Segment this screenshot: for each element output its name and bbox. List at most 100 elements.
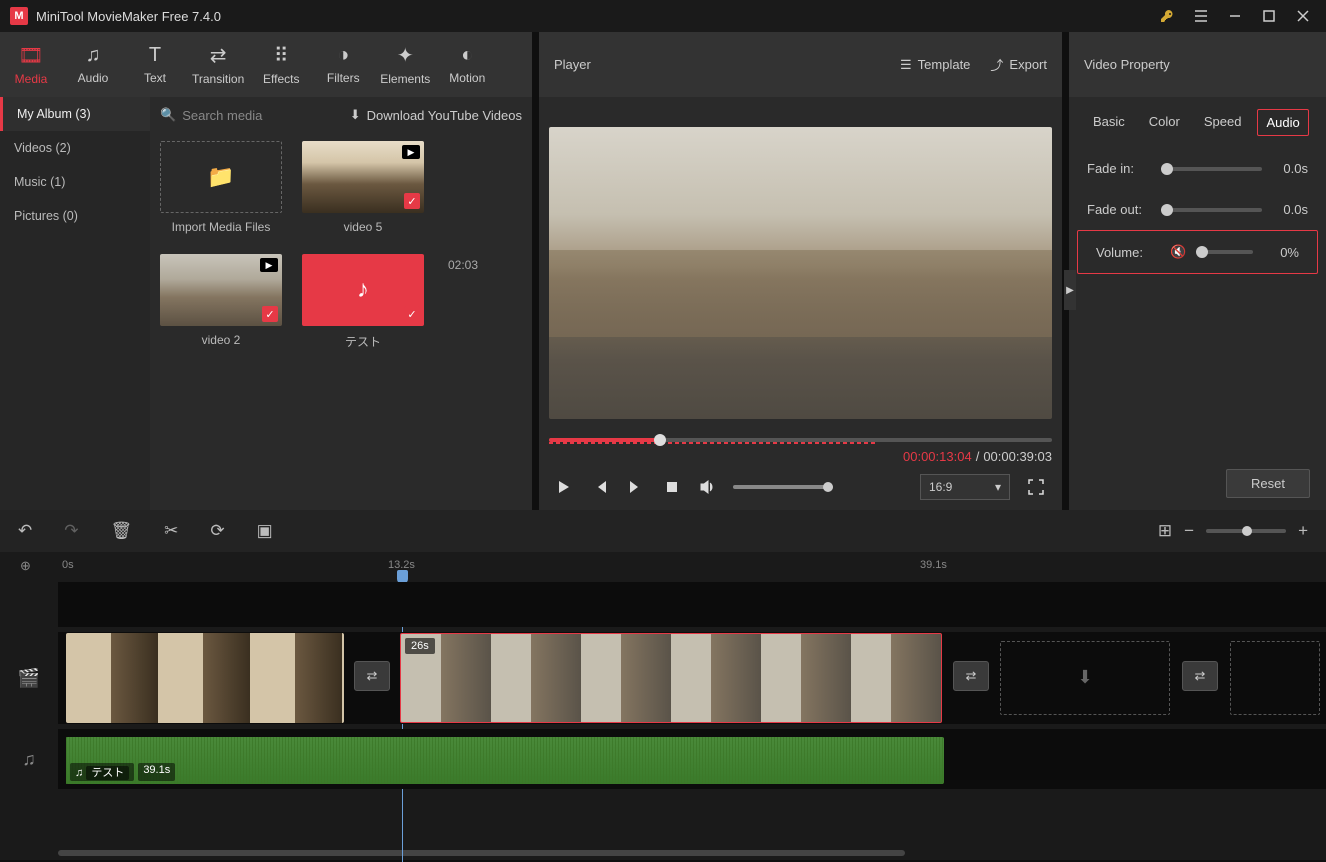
scrub-handle[interactable] [654, 434, 666, 446]
timeline-scrollbar[interactable] [58, 850, 1268, 860]
audio-icon: ♫ [86, 44, 101, 67]
video-track[interactable]: ⇄ 26s ⇄ ⬇ ⇄ [58, 632, 1326, 724]
video-type-icon: ▶ [260, 258, 278, 272]
chevron-down-icon: ▾ [995, 480, 1001, 494]
zoom-out-button[interactable]: − [1184, 521, 1194, 541]
zoom-in-button[interactable]: + [1298, 521, 1308, 541]
timeline-ruler[interactable]: ⊕ 0s 13.2s 39.1s [0, 552, 1326, 582]
total-time: 00:00:39:03 [983, 449, 1052, 464]
redo-button[interactable]: ↷ [64, 521, 78, 541]
zoom-slider[interactable] [1206, 529, 1286, 533]
property-title: Video Property [1069, 32, 1326, 97]
media-thumb-video5[interactable]: ▶✓ video 5 [302, 141, 424, 234]
export-icon: ⤴ [990, 55, 1003, 74]
folder-icon: 📁 [207, 164, 234, 190]
tab-text[interactable]: TText [124, 32, 186, 97]
menu-icon[interactable] [1188, 3, 1214, 29]
prop-tab-color[interactable]: Color [1141, 109, 1188, 136]
sidebar-item-myalbum[interactable]: My Album (3) [0, 97, 150, 131]
fade-in-slider[interactable] [1161, 167, 1262, 171]
video-track-icon: 🎬 [0, 668, 58, 689]
audio-track[interactable]: ♫ テスト39.1s [58, 729, 1326, 789]
fullscreen-button[interactable] [1024, 475, 1048, 499]
aspect-ratio-select[interactable]: 16:9▾ [920, 474, 1010, 500]
effects-icon: ⠿ [274, 43, 289, 68]
prop-tab-basic[interactable]: Basic [1085, 109, 1133, 136]
transition-button-1[interactable]: ⇄ [354, 661, 390, 691]
sidebar-item-videos[interactable]: Videos (2) [0, 131, 150, 165]
current-time: 00:00:13:04 [903, 449, 972, 464]
tab-motion[interactable]: ◐Motion [436, 32, 498, 97]
volume-slider[interactable] [1196, 250, 1253, 254]
delete-button[interactable]: 🗑 [111, 521, 133, 541]
add-track-button[interactable]: ⊕ [20, 558, 31, 574]
reset-button[interactable]: Reset [1226, 469, 1310, 498]
transition-button-2[interactable]: ⇄ [953, 661, 989, 691]
clip-audio-test[interactable]: ♫ テスト39.1s [66, 737, 944, 784]
drop-placeholder-1[interactable]: ⬇ [1000, 641, 1170, 715]
title-bar: M MiniTool MovieMaker Free 7.4.0 [0, 0, 1326, 32]
timeline-section: ↶ ↷ 🗑 ✂ ⟳ ▣ ⊞ − + ⊕ 0s 13.2s 39.1s 🎬 ⇄ [0, 510, 1326, 860]
fit-button[interactable]: ⊞ [1158, 521, 1172, 541]
prop-tab-audio[interactable]: Audio [1257, 109, 1308, 136]
audio-track-icon: ♫ [0, 749, 58, 770]
tab-transition[interactable]: ⇄Transition [186, 32, 250, 97]
filters-icon: ◑ [337, 44, 349, 67]
elements-icon: ✦ [397, 43, 414, 68]
tab-effects[interactable]: ⠿Effects [250, 32, 312, 97]
volume-row: Volume: 🔇 0% [1077, 230, 1318, 274]
app-logo-icon: M [10, 7, 28, 25]
video-preview [549, 127, 1052, 419]
motion-icon: ◐ [461, 44, 473, 67]
prop-tab-speed[interactable]: Speed [1196, 109, 1250, 136]
media-thumb-video2[interactable]: ▶✓ video 2 [160, 254, 282, 350]
media-thumb-test[interactable]: ♪✓02:03 テスト [302, 254, 424, 350]
close-button[interactable] [1290, 3, 1316, 29]
media-panel: 🎞Media ♫Audio TText ⇄Transition ⠿Effects… [0, 32, 532, 510]
search-input[interactable]: 🔍Search media [160, 107, 262, 123]
key-icon[interactable] [1154, 3, 1180, 29]
split-button[interactable]: ✂ [164, 521, 178, 541]
crop-button[interactable]: ▣ [257, 521, 273, 541]
fade-in-row: Fade in: 0.0s [1069, 148, 1326, 189]
template-button[interactable]: ☰Template [900, 55, 970, 74]
transition-button-3[interactable]: ⇄ [1182, 661, 1218, 691]
tab-audio[interactable]: ♫Audio [62, 32, 124, 97]
property-panel: ▶ Video Property Basic Color Speed Audio… [1069, 32, 1326, 510]
tab-filters[interactable]: ◑Filters [312, 32, 374, 97]
minimize-button[interactable] [1222, 3, 1248, 29]
sidebar-item-pictures[interactable]: Pictures (0) [0, 199, 150, 233]
transition-icon: ⇄ [210, 43, 227, 68]
template-icon: ☰ [900, 57, 912, 73]
stop-button[interactable] [661, 476, 683, 498]
media-icon: 🎞 [18, 43, 43, 68]
speed-button[interactable]: ⟳ [210, 521, 224, 541]
undo-button[interactable]: ↶ [18, 521, 32, 541]
player-panel: Player ☰Template ⤴Export 00:00:13:04 / 0… [539, 32, 1062, 510]
next-frame-button[interactable] [625, 476, 647, 498]
player-volume-slider[interactable] [733, 485, 833, 489]
check-icon: ✓ [404, 193, 420, 209]
scrub-bar[interactable] [549, 437, 1052, 443]
play-button[interactable] [553, 476, 575, 498]
import-media-button[interactable]: 📁 Import Media Files [160, 141, 282, 234]
player-title: Player [554, 57, 591, 72]
fade-out-row: Fade out: 0.0s [1069, 189, 1326, 230]
clip-video2[interactable]: 26s [400, 633, 942, 723]
collapse-panel-button[interactable]: ▶ [1064, 270, 1076, 310]
sidebar-item-music[interactable]: Music (1) [0, 165, 150, 199]
drop-placeholder-2[interactable] [1230, 641, 1320, 715]
fade-out-slider[interactable] [1161, 208, 1262, 212]
music-note-icon: ♪ [357, 276, 369, 304]
tab-elements[interactable]: ✦Elements [374, 32, 436, 97]
clip-video5[interactable] [66, 633, 344, 723]
mute-icon[interactable]: 🔇 [1170, 244, 1186, 260]
search-icon: 🔍 [160, 107, 176, 123]
tab-media[interactable]: 🎞Media [0, 32, 62, 97]
main-toolbar: 🎞Media ♫Audio TText ⇄Transition ⠿Effects… [0, 32, 532, 97]
export-button[interactable]: ⤴Export [990, 55, 1047, 74]
prev-frame-button[interactable] [589, 476, 611, 498]
maximize-button[interactable] [1256, 3, 1282, 29]
download-youtube-button[interactable]: ⬇Download YouTube Videos [350, 107, 522, 123]
volume-icon[interactable] [697, 476, 719, 498]
